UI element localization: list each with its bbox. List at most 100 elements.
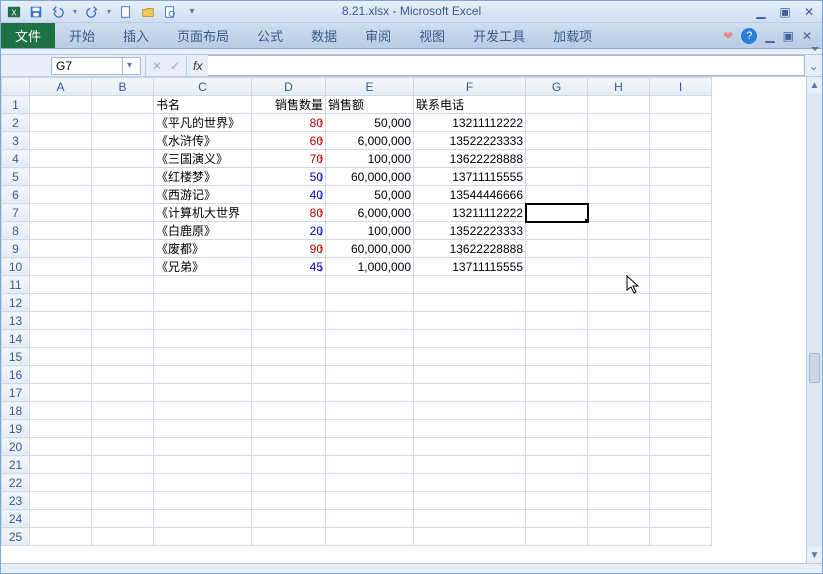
cell-H19[interactable] — [588, 420, 650, 438]
cell-D12[interactable] — [252, 294, 326, 312]
row-header-18[interactable]: 18 — [2, 402, 30, 420]
cell-G6[interactable] — [526, 186, 588, 204]
cell-D7[interactable]: 80↑ — [252, 204, 326, 222]
cell-E8[interactable]: 100,000 — [326, 222, 414, 240]
cell-G2[interactable] — [526, 114, 588, 132]
spreadsheet-grid[interactable]: ABCDEFGHI1书名销售数量销售额联系电话2《平凡的世界》80↑50,000… — [1, 77, 712, 546]
cell-D18[interactable] — [252, 402, 326, 420]
cell-D2[interactable]: 80↑ — [252, 114, 326, 132]
cell-G19[interactable] — [526, 420, 588, 438]
cell-B15[interactable] — [92, 348, 154, 366]
cell-F2[interactable]: 13211112222 — [414, 114, 526, 132]
cell-I2[interactable] — [650, 114, 712, 132]
cell-H2[interactable] — [588, 114, 650, 132]
cell-E14[interactable] — [326, 330, 414, 348]
row-header-16[interactable]: 16 — [2, 366, 30, 384]
cell-I15[interactable] — [650, 348, 712, 366]
cell-F16[interactable] — [414, 366, 526, 384]
cell-H14[interactable] — [588, 330, 650, 348]
cell-B10[interactable] — [92, 258, 154, 276]
cell-H15[interactable] — [588, 348, 650, 366]
row-header-19[interactable]: 19 — [2, 420, 30, 438]
tab-data[interactable]: 数据 — [297, 23, 351, 48]
cell-C3[interactable]: 《水浒传》 — [154, 132, 252, 150]
cell-B23[interactable] — [92, 492, 154, 510]
cell-B25[interactable] — [92, 528, 154, 546]
cell-E21[interactable] — [326, 456, 414, 474]
cell-A20[interactable] — [30, 438, 92, 456]
cell-H7[interactable] — [588, 204, 650, 222]
cell-A3[interactable] — [30, 132, 92, 150]
cell-E19[interactable] — [326, 420, 414, 438]
cell-F11[interactable] — [414, 276, 526, 294]
cell-A6[interactable] — [30, 186, 92, 204]
cell-D19[interactable] — [252, 420, 326, 438]
cell-D16[interactable] — [252, 366, 326, 384]
cell-A4[interactable] — [30, 150, 92, 168]
cell-E9[interactable]: 60,000,000 — [326, 240, 414, 258]
cell-C13[interactable] — [154, 312, 252, 330]
tab-layout[interactable]: 页面布局 — [163, 23, 243, 48]
cell-F1[interactable]: 联系电话 — [414, 96, 526, 114]
cell-C24[interactable] — [154, 510, 252, 528]
col-header-A[interactable]: A — [30, 78, 92, 96]
cell-G18[interactable] — [526, 402, 588, 420]
name-box[interactable]: G7 ▾ — [51, 57, 141, 75]
cell-F18[interactable] — [414, 402, 526, 420]
workbook-restore-button[interactable]: ▣ — [783, 29, 794, 43]
cell-F21[interactable] — [414, 456, 526, 474]
cell-C16[interactable] — [154, 366, 252, 384]
cell-A17[interactable] — [30, 384, 92, 402]
cell-F19[interactable] — [414, 420, 526, 438]
tab-addins[interactable]: 加载项 — [539, 23, 606, 48]
cell-H11[interactable] — [588, 276, 650, 294]
name-box-dropdown-icon[interactable]: ▾ — [122, 57, 136, 75]
cell-H13[interactable] — [588, 312, 650, 330]
cell-C15[interactable] — [154, 348, 252, 366]
cell-C7[interactable]: 《计算机大世界 — [154, 204, 252, 222]
cell-B17[interactable] — [92, 384, 154, 402]
help-icon[interactable]: ? — [741, 28, 757, 44]
cell-A18[interactable] — [30, 402, 92, 420]
cell-C6[interactable]: 《西游记》 — [154, 186, 252, 204]
cell-G5[interactable] — [526, 168, 588, 186]
cell-C10[interactable]: 《兄弟》 — [154, 258, 252, 276]
col-header-C[interactable]: C — [154, 78, 252, 96]
cell-G25[interactable] — [526, 528, 588, 546]
cell-I5[interactable] — [650, 168, 712, 186]
qat-customize-icon[interactable]: ▾ — [183, 3, 201, 21]
cell-I4[interactable] — [650, 150, 712, 168]
col-header-G[interactable]: G — [526, 78, 588, 96]
col-header-D[interactable]: D — [252, 78, 326, 96]
cell-D1[interactable]: 销售数量 — [252, 96, 326, 114]
cell-D9[interactable]: 90↑ — [252, 240, 326, 258]
cell-B6[interactable] — [92, 186, 154, 204]
cell-E18[interactable] — [326, 402, 414, 420]
cell-F9[interactable]: 13622228888 — [414, 240, 526, 258]
cell-E25[interactable] — [326, 528, 414, 546]
cell-D22[interactable] — [252, 474, 326, 492]
row-header-14[interactable]: 14 — [2, 330, 30, 348]
row-header-10[interactable]: 10 — [2, 258, 30, 276]
cell-D6[interactable]: 40↓ — [252, 186, 326, 204]
tab-view[interactable]: 视图 — [405, 23, 459, 48]
row-header-24[interactable]: 24 — [2, 510, 30, 528]
cell-A7[interactable] — [30, 204, 92, 222]
cell-E15[interactable] — [326, 348, 414, 366]
cell-I14[interactable] — [650, 330, 712, 348]
cell-I9[interactable] — [650, 240, 712, 258]
cell-B12[interactable] — [92, 294, 154, 312]
cell-E16[interactable] — [326, 366, 414, 384]
cell-E13[interactable] — [326, 312, 414, 330]
cell-E22[interactable] — [326, 474, 414, 492]
cell-E2[interactable]: 50,000 — [326, 114, 414, 132]
cell-G23[interactable] — [526, 492, 588, 510]
cell-H21[interactable] — [588, 456, 650, 474]
cell-G10[interactable] — [526, 258, 588, 276]
cell-I19[interactable] — [650, 420, 712, 438]
cell-E11[interactable] — [326, 276, 414, 294]
cell-G21[interactable] — [526, 456, 588, 474]
col-header-F[interactable]: F — [414, 78, 526, 96]
cell-H6[interactable] — [588, 186, 650, 204]
cell-C8[interactable]: 《白鹿原》 — [154, 222, 252, 240]
